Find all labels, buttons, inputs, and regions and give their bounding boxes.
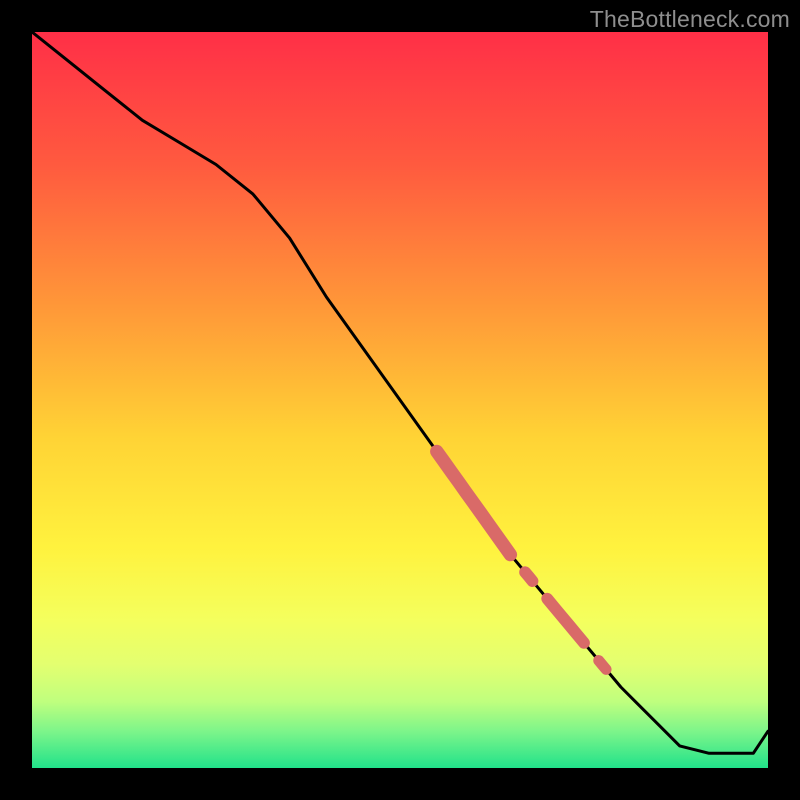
watermark-text: TheBottleneck.com [590,6,790,33]
highlight-segment-3 [599,661,606,670]
highlight-segment-1 [525,572,532,581]
plot-area [32,32,768,768]
chart-svg [32,32,768,768]
chart-frame: TheBottleneck.com [0,0,800,800]
